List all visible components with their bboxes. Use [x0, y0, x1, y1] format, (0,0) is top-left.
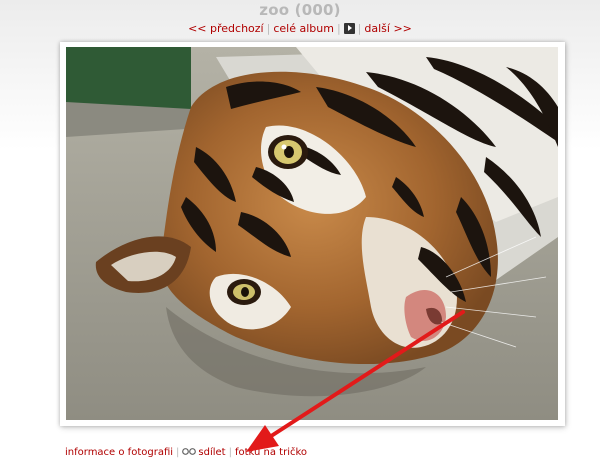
play-icon[interactable]: [343, 23, 355, 34]
tshirt-link[interactable]: fotku na tričko: [235, 447, 307, 458]
album-link[interactable]: celé album: [273, 22, 334, 35]
photo-info-link[interactable]: informace o fotografii: [65, 447, 173, 458]
next-link[interactable]: další >>: [364, 22, 412, 35]
action-separator: |: [228, 447, 232, 458]
share-icon: [182, 448, 197, 455]
tiger-image: [66, 47, 558, 420]
share-link[interactable]: sdílet: [198, 447, 225, 458]
photo-actions: informace o fotografii | sdílet | fotku na t…: [65, 447, 307, 458]
tiger-photo[interactable]: [66, 47, 558, 420]
album-title: zoo (000): [259, 1, 341, 19]
nav-separator: |: [336, 22, 341, 35]
photo-frame: [60, 42, 565, 426]
prev-link[interactable]: << předchozí: [188, 22, 264, 35]
nav-separator: |: [357, 22, 362, 35]
nav-separator: |: [266, 22, 271, 35]
photo-navigation: << předchozí | celé album | | další >>: [0, 22, 600, 35]
action-separator: |: [176, 447, 180, 458]
